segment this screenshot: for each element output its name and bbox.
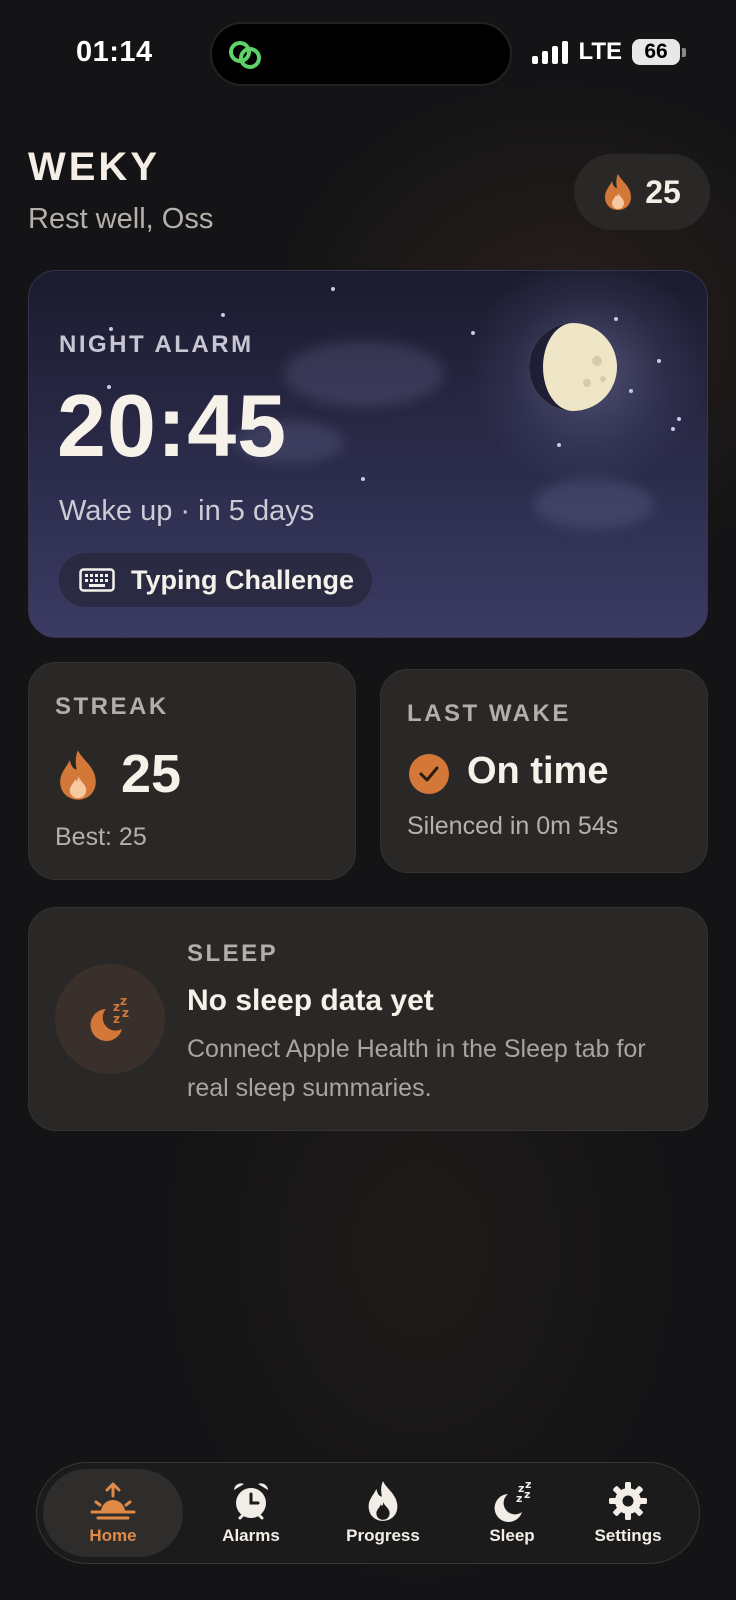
streak-card[interactable]: STREAK 25 Best: 25 xyxy=(28,662,356,880)
last-wake-detail: Silenced in 0m 54s xyxy=(407,812,619,840)
checkmark-icon xyxy=(409,754,449,794)
streak-pill-count: 25 xyxy=(645,173,681,210)
gear-icon xyxy=(609,1482,647,1520)
alarm-subtitle: Wake up · in 5 days xyxy=(59,495,315,527)
tab-progress[interactable]: Progress xyxy=(315,1469,451,1557)
last-wake-label: LAST WAKE xyxy=(407,700,571,727)
signal-icon xyxy=(532,40,569,64)
streak-value: 25 xyxy=(121,744,182,804)
battery-level: 66 xyxy=(632,39,680,65)
sleep-title: No sleep data yet xyxy=(187,984,434,1017)
status-time: 01:14 xyxy=(76,36,153,68)
streak-best: Best: 25 xyxy=(55,823,147,851)
tab-settings[interactable]: Settings xyxy=(571,1469,685,1557)
cloud xyxy=(534,479,654,529)
greeting: Rest well, Oss xyxy=(28,203,214,235)
network-type: LTE xyxy=(578,38,622,65)
sleep-icon-circle: z z z z xyxy=(55,964,165,1074)
streak-label: STREAK xyxy=(55,693,169,720)
night-alarm-card[interactable]: NIGHT ALARM 20:45 Wake up · in 5 days Ty… xyxy=(28,270,708,638)
tab-label-home: Home xyxy=(89,1526,137,1545)
svg-text:z: z xyxy=(113,1012,120,1026)
moon-zzz-icon: z z z z xyxy=(90,994,129,1041)
battery-icon: 66 xyxy=(632,39,686,65)
flame-icon xyxy=(60,750,96,800)
sunrise-icon xyxy=(90,1482,136,1520)
challenge-pill[interactable]: Typing Challenge xyxy=(59,553,373,607)
tab-alarms[interactable]: Alarms xyxy=(193,1469,309,1557)
moon-zzz-icon: z z z z xyxy=(494,1480,531,1522)
tab-label-sleep: Sleep xyxy=(489,1526,535,1545)
tab-bar: Home Alarms Progress z z z z Sleep Setti… xyxy=(36,1462,700,1564)
flame-icon xyxy=(605,174,632,210)
alarm-clock-icon xyxy=(234,1483,268,1520)
sleep-card[interactable]: z z z z SLEEP No sleep data yet Connect … xyxy=(28,907,708,1131)
alarm-time: 20:45 xyxy=(57,376,288,475)
sleep-label: SLEEP xyxy=(187,940,279,967)
dynamic-island xyxy=(210,22,512,86)
tab-label-progress: Progress xyxy=(346,1526,420,1545)
keyboard-icon xyxy=(79,568,115,592)
svg-text:z: z xyxy=(516,1492,522,1505)
streak-pill[interactable]: 25 xyxy=(574,154,710,230)
status-indicators: LTE 66 xyxy=(532,38,686,66)
tab-label-settings: Settings xyxy=(594,1526,662,1545)
app-title: WEKY xyxy=(28,145,160,189)
crescent-moon-icon xyxy=(529,323,617,411)
tab-sleep[interactable]: z z z z Sleep xyxy=(457,1469,567,1557)
challenge-label: Typing Challenge xyxy=(131,564,355,595)
flame-icon xyxy=(368,1481,398,1521)
svg-text:z: z xyxy=(122,1006,129,1020)
alarm-label: NIGHT ALARM xyxy=(59,331,254,358)
tab-label-alarms: Alarms xyxy=(222,1526,280,1545)
last-wake-card[interactable]: LAST WAKE On time Silenced in 0m 54s xyxy=(380,669,708,873)
tab-home[interactable]: Home xyxy=(43,1469,183,1557)
cloud xyxy=(284,341,444,407)
last-wake-status: On time xyxy=(467,750,609,792)
sleep-description: Connect Apple Health in the Sleep tab fo… xyxy=(187,1035,646,1102)
svg-text:z: z xyxy=(524,1488,530,1501)
link-rings-icon xyxy=(229,41,261,69)
